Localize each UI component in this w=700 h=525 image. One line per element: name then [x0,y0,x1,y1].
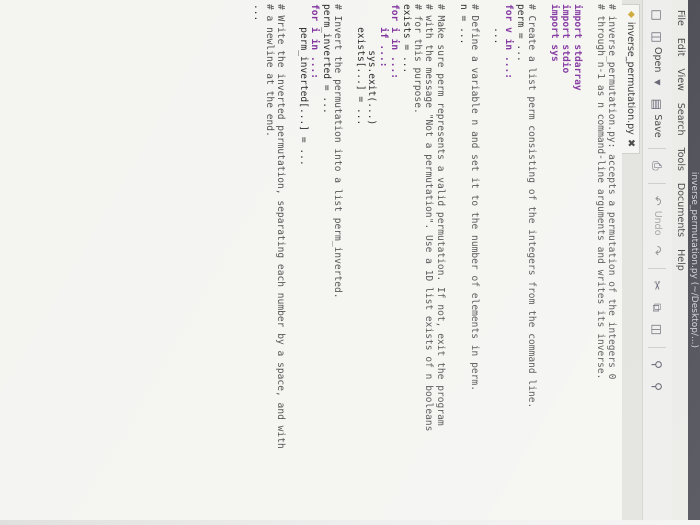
menu-documents[interactable]: Documents [672,183,688,237]
code-line: # through n-1 as n command-line argument… [594,4,606,380]
code-line: exists = ... [400,4,412,74]
save-label: Save [652,114,663,138]
open-label: Open [652,47,663,73]
code-line: # Invert the permutation into a list per… [332,4,344,299]
code-text: # inverse_permutation.py: accepts a perm… [252,4,617,520]
save-button[interactable]: ▤ Save [650,97,665,138]
code-line: import sys [548,4,560,62]
save-icon: ▤ [650,98,665,111]
folder-icon: ◫ [650,31,665,43]
window-title-bar: inverse_permutation.py (~/Desktop/...) [688,0,700,520]
toolbar-divider [648,182,667,184]
copy-icon[interactable]: ⧉ [651,301,665,315]
paste-icon[interactable]: ◫ [651,323,665,337]
code-line: # a newline at the end. [263,4,275,137]
code-line: # Create a list perm consisting of the i… [526,4,538,409]
code-editor[interactable]: # inverse_permutation.py: accepts a perm… [0,0,620,520]
code-line: import stdio [560,4,572,74]
code-line: ... [491,4,503,45]
code-line: perm = ... [514,4,526,62]
open-button[interactable]: ◫ Open ▼ [651,30,665,89]
redo-icon[interactable]: ↷ [651,244,665,258]
menu-tools[interactable]: Tools [672,148,688,171]
chevron-down-icon[interactable]: ▼ [651,75,665,89]
print-icon[interactable]: ⎙ [651,159,665,173]
menu-view[interactable]: View [672,68,688,91]
editor-screen: inverse_permutation.py (~/Desktop/...) F… [0,0,700,520]
close-icon[interactable]: ✖ [622,139,639,147]
code-line: ... [252,4,264,22]
code-line: for v in ...: [503,4,515,80]
code-line: # for this purpose. [412,4,424,114]
code-line: for i in ...: [389,4,401,80]
menu-help[interactable]: Help [672,249,688,271]
code-line: import stdarray [571,4,583,91]
code-line: # Write the inverted permutation, separa… [275,4,287,449]
undo-label: Undo [652,210,663,236]
code-line: perm_inverted = ... [320,4,332,114]
new-file-icon[interactable]: □ [651,8,665,22]
toolbar-divider [648,346,667,348]
code-line: # inverse_permutation.py: accepts a perm… [606,4,617,380]
code-line: # Make sure perm represents a valid perm… [434,4,446,426]
search-icon[interactable]: ⚲ [651,358,665,372]
window-title: inverse_permutation.py (~/Desktop/...) [689,171,699,349]
code-line: for i in ...: [309,4,321,80]
cut-icon[interactable]: ✂ [651,279,665,293]
document-tab[interactable]: ◆ inverse_permutation.py ✖ [622,4,640,155]
toolbar: □ ◫ Open ▼ ▤ Save ⎙ ↶ Undo ↷ ✂ ⧉ ◫ ⚲ ⚲ [642,0,672,520]
menu-edit[interactable]: Edit [672,38,688,56]
code-line: if ...: [377,4,389,68]
document-tab-bar: ◆ inverse_permutation.py ✖ [622,0,642,520]
replace-icon[interactable]: ⚲ [651,380,665,394]
code-line: exists[...] = ... [355,4,367,126]
python-file-icon: ◆ [626,11,636,18]
menu-search[interactable]: Search [672,103,688,136]
tab-title: inverse_permutation.py [625,21,636,135]
toolbar-divider [648,147,667,149]
menu-file[interactable]: File [672,10,688,26]
menu-bar: File Edit View Search Tools Documents He… [672,0,688,520]
code-line: perm_inverted[...] = ... [298,4,310,166]
code-line: # Define a variable n and set it to the … [469,4,481,391]
undo-icon: ↶ [650,195,665,206]
code-line: # with the message "Not a permutation". … [423,4,435,432]
toolbar-divider [648,267,667,269]
code-line: n = ... [457,4,469,45]
code-line: sys.exit(...) [366,4,378,126]
undo-button[interactable]: ↶ Undo [651,194,665,236]
